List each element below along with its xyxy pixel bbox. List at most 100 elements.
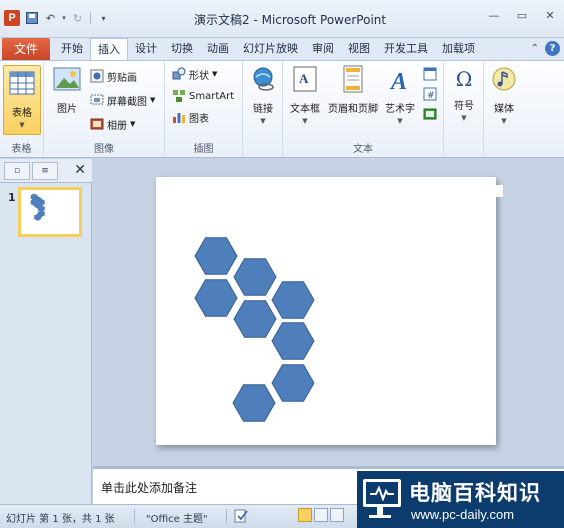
- tab-design[interactable]: 设计: [128, 38, 164, 60]
- omega-icon: Ω: [455, 67, 473, 91]
- media-dropdown-arrow-icon: ▼: [501, 117, 507, 125]
- slide-count-status: 幻灯片 第 1 张，共 1 张: [6, 514, 115, 525]
- smartart-label: SmartArt: [189, 90, 235, 102]
- tab-outline[interactable]: ≡: [32, 162, 58, 180]
- hexagon-shape[interactable]: [233, 258, 277, 296]
- save-icon[interactable]: [26, 12, 38, 24]
- chart-button[interactable]: 图表: [172, 108, 209, 126]
- screenshot-dropdown-icon: ▼: [150, 96, 156, 104]
- group-images: 图片 剪贴画 屏幕截图 ▼ 相册 ▼ 图像: [44, 61, 165, 157]
- hexagon-shape[interactable]: [271, 364, 315, 402]
- smartart-icon: [173, 90, 185, 102]
- powerpoint-logo-icon[interactable]: P: [4, 10, 20, 26]
- group-text-label: 文本: [353, 144, 373, 155]
- tab-transitions[interactable]: 切换: [164, 38, 200, 60]
- link-button[interactable]: 链接 ▼: [247, 65, 279, 125]
- tab-review[interactable]: 审阅: [305, 38, 341, 60]
- picture-button-label: 图片: [57, 104, 77, 115]
- title-bar: P ↶ ▾ ↻ ▾ 演示文稿2 - Microsoft PowerPoint —…: [0, 0, 564, 38]
- tab-home[interactable]: 开始: [54, 38, 90, 60]
- header-footer-label: 页眉和页脚: [328, 104, 378, 115]
- hexagon-shape[interactable]: [271, 322, 315, 360]
- table-button-label: 表格: [12, 108, 32, 119]
- undo-dropdown-icon[interactable]: ▾: [60, 11, 68, 26]
- slide-canvas[interactable]: [156, 177, 503, 445]
- slide-number: 1: [8, 191, 16, 204]
- window-title: 演示文稿2 - Microsoft PowerPoint: [194, 13, 387, 27]
- screenshot-button[interactable]: 屏幕截图 ▼: [90, 91, 155, 109]
- redo-icon[interactable]: ↻: [70, 11, 85, 26]
- media-button-label: 媒体: [494, 104, 514, 115]
- monitor-logo-icon: [363, 479, 401, 507]
- link-dropdown-arrow-icon: ▼: [260, 117, 266, 125]
- media-button[interactable]: 媒体 ▼: [488, 65, 520, 125]
- wordart-label: 艺术字: [385, 104, 415, 115]
- clipart-button[interactable]: 剪贴画: [90, 67, 137, 85]
- tab-view[interactable]: 视图: [341, 38, 377, 60]
- notes-placeholder: 单击此处添加备注: [101, 481, 198, 495]
- view-buttons: [298, 508, 344, 522]
- watermark-title: 电脑百科知识: [409, 481, 541, 505]
- customize-toolbar-icon[interactable]: ▾: [96, 11, 111, 26]
- tab-slideshow[interactable]: 幻灯片放映: [236, 38, 305, 60]
- smartart-button[interactable]: SmartArt: [172, 87, 234, 105]
- sorter-view-button[interactable]: [314, 508, 328, 522]
- tab-addins[interactable]: 加载项: [435, 38, 482, 60]
- photo-album-button[interactable]: 相册 ▼: [90, 115, 135, 133]
- textbox-button[interactable]: A 文本框 ▼: [287, 65, 323, 125]
- minimize-button[interactable]: —: [484, 8, 504, 24]
- theme-status[interactable]: "Office 主题": [146, 510, 208, 525]
- slide-number-icon[interactable]: #: [423, 87, 437, 101]
- help-icon[interactable]: ?: [545, 41, 560, 56]
- hexagon-shape[interactable]: [194, 279, 238, 317]
- normal-view-button[interactable]: [298, 508, 312, 522]
- ribbon-right-controls: ⌃ ?: [531, 41, 560, 56]
- media-icon: [492, 67, 516, 91]
- maximize-button[interactable]: ▭: [512, 8, 532, 24]
- tab-developer[interactable]: 开发工具: [377, 38, 435, 60]
- symbol-button[interactable]: Ω 符号 ▼: [448, 65, 480, 122]
- object-icon[interactable]: [423, 107, 437, 121]
- shapes-button[interactable]: 形状 ▼: [172, 65, 217, 83]
- photo-album-label: 相册: [107, 120, 127, 132]
- svg-text:#: #: [427, 91, 435, 101]
- slide-thumbnail[interactable]: [18, 187, 82, 237]
- hexagon-shape[interactable]: [232, 384, 276, 422]
- screenshot-icon: [90, 94, 104, 105]
- minimize-ribbon-icon[interactable]: ⌃: [531, 43, 539, 54]
- site-watermark: 电脑百科知识 www.pc-daily.com: [357, 471, 564, 528]
- clipart-label: 剪贴画: [107, 72, 137, 84]
- watermark-url: www.pc-daily.com: [411, 507, 515, 522]
- date-time-icon[interactable]: [423, 67, 437, 81]
- wordart-button[interactable]: A 艺术字 ▼: [383, 65, 417, 125]
- hexagon-shape[interactable]: [233, 300, 277, 338]
- textbox-icon: A: [293, 66, 317, 92]
- screenshot-label: 屏幕截图: [107, 96, 147, 108]
- textbox-button-label: 文本框: [290, 104, 320, 115]
- header-footer-button[interactable]: 页眉和页脚: [327, 65, 379, 115]
- table-button[interactable]: 表格 ▼: [3, 65, 41, 135]
- shapes-icon: [172, 67, 186, 80]
- quick-access-toolbar: ↶ ▾ ↻ ▾: [26, 10, 111, 26]
- shapes-label: 形状: [189, 70, 209, 82]
- hexagon-shape[interactable]: [194, 237, 238, 275]
- close-panel-icon[interactable]: ✕: [74, 162, 86, 178]
- symbol-dropdown-arrow-icon: ▼: [461, 114, 467, 122]
- hexagon-shape[interactable]: [271, 281, 315, 319]
- undo-icon[interactable]: ↶: [43, 11, 58, 26]
- toolbar-divider: [90, 12, 91, 24]
- tab-slides[interactable]: ▫: [4, 162, 30, 180]
- picture-button[interactable]: 图片: [50, 65, 84, 115]
- reading-view-button[interactable]: [330, 508, 344, 522]
- ribbon-tab-row: 文件 开始 插入 设计 切换 动画 幻灯片放映 审阅 视图 开发工具 加载项 ⌃…: [0, 38, 564, 60]
- group-media: 媒体 ▼: [484, 61, 524, 157]
- tab-animations[interactable]: 动画: [200, 38, 236, 60]
- header-footer-icon: [343, 65, 363, 93]
- ribbon: 表格 ▼ 表格 图片 剪贴画 屏幕截图 ▼ 相册 ▼ 图像 形状 ▼ Smart…: [0, 60, 564, 158]
- close-button[interactable]: ✕: [540, 8, 560, 24]
- group-symbols: Ω 符号 ▼: [444, 61, 484, 157]
- tab-insert[interactable]: 插入: [90, 38, 128, 60]
- tab-file[interactable]: 文件: [2, 38, 50, 60]
- spell-check-icon[interactable]: [234, 509, 248, 523]
- photo-album-icon: [90, 118, 104, 130]
